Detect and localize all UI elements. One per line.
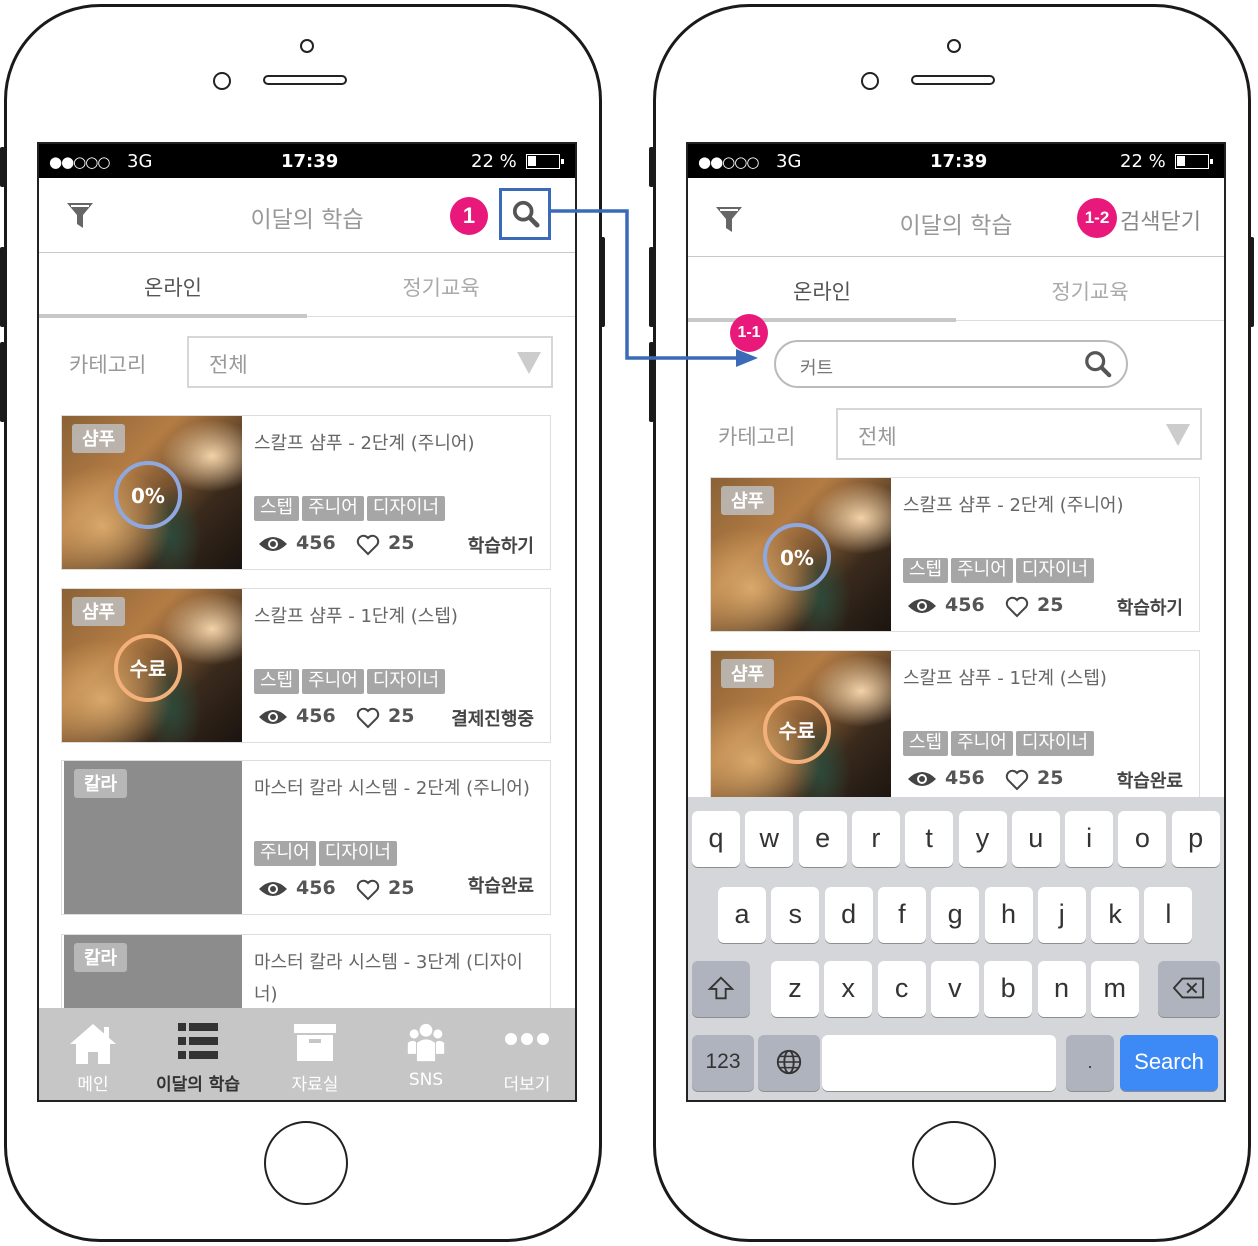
annotation-connector-arrow <box>551 209 758 367</box>
